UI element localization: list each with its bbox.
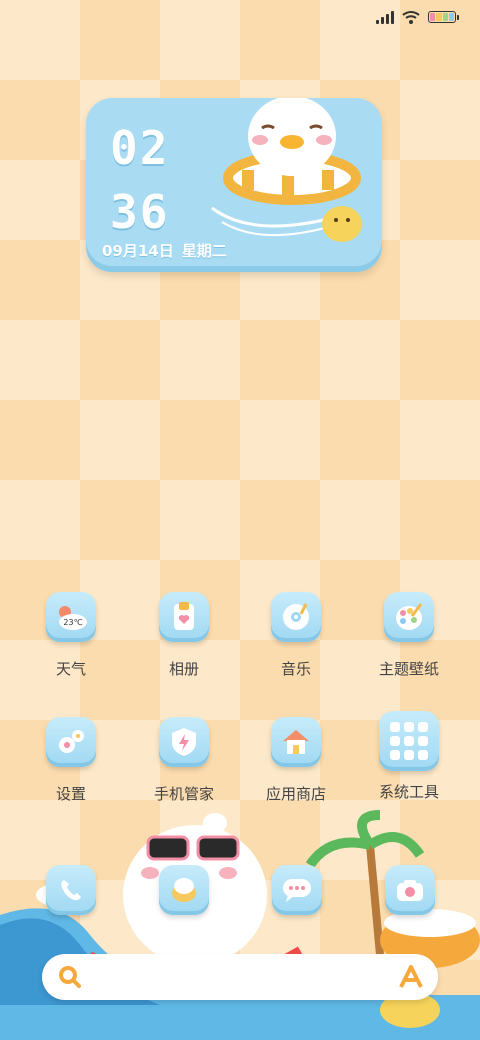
signal-icon xyxy=(376,10,394,24)
app-theme[interactable]: 主题壁纸 xyxy=(359,592,459,679)
battery-icon xyxy=(428,11,459,23)
app-label: 应用商店 xyxy=(265,785,326,803)
dock-camera-button[interactable] xyxy=(385,865,435,915)
duck-float-illustration xyxy=(211,98,362,242)
app-label: 音乐 xyxy=(280,660,311,678)
dock-contacts-button[interactable] xyxy=(159,865,209,915)
app-label: 天气 xyxy=(55,660,86,678)
app-store[interactable]: 应用商店 xyxy=(246,717,346,804)
app-phone-manager[interactable]: 手机管家 xyxy=(134,717,234,804)
app-photo-album[interactable]: 相册 xyxy=(134,592,234,679)
dock-messages-button[interactable] xyxy=(272,865,322,915)
app-label: 主题壁纸 xyxy=(378,660,439,678)
clock-time: 02 36 xyxy=(110,116,169,244)
search-icon[interactable] xyxy=(58,965,82,989)
app-label: 设置 xyxy=(55,785,86,803)
music-disc-icon xyxy=(271,592,321,642)
photo-album-icon xyxy=(159,592,209,642)
phone-icon xyxy=(61,880,81,901)
settings-gear-icon xyxy=(46,717,96,767)
contacts-icon xyxy=(172,878,196,902)
app-weather[interactable]: 23℃ 天气 xyxy=(21,592,121,679)
system-tools-folder-icon xyxy=(379,711,439,771)
app-store-house-icon xyxy=(271,717,321,767)
app-settings[interactable]: 设置 xyxy=(21,717,121,804)
messages-icon xyxy=(283,879,311,902)
app-music[interactable]: 音乐 xyxy=(246,592,346,679)
assistant-a-icon[interactable] xyxy=(398,964,424,990)
clock-date: 09月14日 xyxy=(102,242,174,260)
app-label: 相册 xyxy=(168,660,199,678)
surfing-duck-illustration xyxy=(0,810,480,1040)
clock-minute: 36 xyxy=(110,185,170,239)
clock-widget[interactable]: 02 36 09月14日 星期二 xyxy=(86,98,382,272)
weather-temp: 23℃ xyxy=(63,618,82,627)
search-bar[interactable] xyxy=(42,954,438,1000)
phone-manager-shield-icon xyxy=(159,717,209,767)
app-system-tools[interactable]: 系统工具 xyxy=(359,711,459,802)
app-label: 手机管家 xyxy=(153,785,214,803)
app-label: 系统工具 xyxy=(378,783,439,801)
weather-icon: 23℃ xyxy=(46,592,96,642)
wifi-icon xyxy=(402,11,420,24)
status-bar xyxy=(376,10,459,24)
dock-phone-button[interactable] xyxy=(46,865,96,915)
camera-icon xyxy=(397,880,423,901)
theme-palette-icon xyxy=(384,592,434,642)
clock-hour: 02 xyxy=(110,121,170,175)
